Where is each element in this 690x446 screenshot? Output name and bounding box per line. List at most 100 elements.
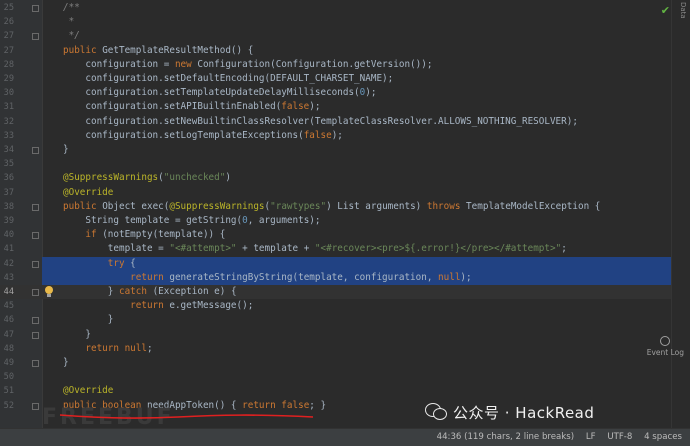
inspection-ok-icon[interactable]: ✔: [661, 4, 670, 17]
code-text[interactable]: configuration.setLogTemplateExceptions(f…: [63, 129, 343, 143]
fold-marker-icon[interactable]: [32, 289, 39, 296]
code-text[interactable]: try {: [63, 257, 136, 271]
line-number[interactable]: 45: [0, 299, 14, 313]
caret-position[interactable]: 44:36 (119 chars, 2 line breaks): [437, 432, 575, 442]
code-line[interactable]: 49}: [0, 356, 672, 370]
code-text[interactable]: return e.getMessage();: [63, 299, 253, 313]
line-number[interactable]: 39: [0, 214, 14, 228]
code-text[interactable]: if (notEmpty(template)) {: [63, 228, 225, 242]
code-text[interactable]: *: [63, 15, 75, 29]
code-line[interactable]: 50: [0, 370, 672, 384]
line-number[interactable]: 34: [0, 143, 14, 157]
fold-marker-icon[interactable]: [32, 402, 39, 410]
code-line[interactable]: 30 configuration.setTemplateUpdateDelayM…: [0, 86, 672, 100]
line-number[interactable]: 41: [0, 242, 14, 256]
code-line[interactable]: 39 String template = getString(0, argume…: [0, 214, 672, 228]
code-line[interactable]: 51 @Override: [0, 384, 672, 398]
indent-setting[interactable]: 4 spaces: [644, 432, 682, 442]
line-number[interactable]: 51: [0, 384, 14, 398]
code-line[interactable]: 33 configuration.setLogTemplateException…: [0, 129, 672, 143]
code-text[interactable]: */: [63, 29, 80, 43]
line-number[interactable]: 38: [0, 200, 14, 214]
line-number[interactable]: 43: [0, 271, 14, 285]
side-tool-tab[interactable]: Data: [679, 2, 687, 19]
code-text[interactable]: return generateStringByString(template, …: [63, 271, 471, 285]
code-line[interactable]: 25 /**: [0, 1, 672, 15]
code-line[interactable]: 31 configuration.setAPIBuiltinEnabled(fa…: [0, 100, 672, 114]
fold-marker-icon[interactable]: [32, 260, 39, 268]
code-text[interactable]: configuration.setAPIBuiltinEnabled(false…: [63, 100, 320, 114]
code-line[interactable]: 41 template = "<#attempt>" + template + …: [0, 242, 672, 256]
code-text[interactable]: /**: [63, 1, 80, 15]
line-number[interactable]: 33: [0, 129, 14, 143]
code-line[interactable]: 47 }: [0, 328, 672, 342]
code-text[interactable]: template = "<#attempt>" + template + "<#…: [63, 242, 567, 256]
code-line[interactable]: 46 }: [0, 313, 672, 327]
line-number[interactable]: 29: [0, 72, 14, 86]
code-text[interactable]: configuration = new Configuration(Config…: [63, 58, 432, 72]
code-line[interactable]: 48 return null;: [0, 342, 672, 356]
code-editor[interactable]: 25/** 26 * 27 */27 public GetTemplateResult…: [0, 0, 690, 428]
code-text[interactable]: @Override: [63, 384, 113, 398]
line-number[interactable]: 35: [0, 157, 14, 171]
code-text[interactable]: }: [63, 328, 91, 342]
code-text[interactable]: return null;: [63, 342, 152, 356]
line-number[interactable]: 28: [0, 58, 14, 72]
line-number[interactable]: 40: [0, 228, 14, 242]
line-separator[interactable]: LF: [586, 432, 596, 442]
code-line[interactable]: 27 public GetTemplateResultMethod() {: [0, 44, 672, 58]
fold-marker-icon[interactable]: [32, 203, 39, 211]
code-text[interactable]: public Object exec(@SuppressWarnings("ra…: [63, 200, 600, 214]
code-line[interactable]: 26 *: [0, 15, 672, 29]
code-text[interactable]: @SuppressWarnings("unchecked"): [63, 171, 231, 185]
code-line[interactable]: 28 configuration = new Configuration(Con…: [0, 58, 672, 72]
code-line[interactable]: 27 */: [0, 29, 672, 43]
line-number[interactable]: 31: [0, 100, 14, 114]
code-text[interactable]: @Override: [63, 186, 113, 200]
code-text[interactable]: configuration.setNewBuiltinClassResolver…: [63, 115, 578, 129]
line-number[interactable]: 36: [0, 171, 14, 185]
line-number[interactable]: 44: [0, 285, 14, 299]
line-number[interactable]: 42: [0, 257, 14, 271]
line-number[interactable]: 25: [0, 1, 14, 15]
fold-marker-icon[interactable]: [32, 317, 39, 325]
code-line[interactable]: 32 configuration.setNewBuiltinClassResol…: [0, 115, 672, 129]
line-number[interactable]: 30: [0, 86, 14, 100]
file-encoding[interactable]: UTF-8: [607, 432, 632, 442]
line-number[interactable]: 50: [0, 370, 14, 384]
line-number[interactable]: 27: [0, 29, 14, 43]
line-number[interactable]: 47: [0, 328, 14, 342]
line-number[interactable]: 27: [0, 44, 14, 58]
code-line[interactable]: 45 return e.getMessage();: [0, 299, 672, 313]
fold-marker-icon[interactable]: [32, 147, 39, 154]
code-text[interactable]: }: [63, 356, 69, 370]
code-line[interactable]: 35: [0, 157, 672, 171]
code-text[interactable]: String template = getString(0, arguments…: [63, 214, 320, 228]
code-line[interactable]: 40 if (notEmpty(template)) {: [0, 228, 672, 242]
event-log-button[interactable]: Event Log: [647, 336, 684, 357]
code-line[interactable]: 37 @Override: [0, 186, 672, 200]
fold-marker-icon[interactable]: [32, 232, 39, 240]
fold-marker-icon[interactable]: [32, 360, 39, 367]
code-text[interactable]: configuration.setTemplateUpdateDelayMill…: [63, 86, 376, 100]
code-text[interactable]: } catch (Exception e) {: [63, 285, 237, 299]
code-line[interactable]: 29 configuration.setDefaultEncoding(DEFA…: [0, 72, 672, 86]
line-number[interactable]: 46: [0, 313, 14, 327]
vertical-scrollbar[interactable]: [671, 0, 690, 428]
fold-marker-icon[interactable]: [32, 33, 39, 41]
code-text[interactable]: public GetTemplateResultMethod() {: [63, 44, 253, 58]
line-number[interactable]: 26: [0, 15, 14, 29]
line-number[interactable]: 49: [0, 356, 14, 370]
line-number[interactable]: 52: [0, 399, 14, 413]
code-line[interactable]: 34}: [0, 143, 672, 157]
code-line[interactable]: 43 return generateStringByString(templat…: [0, 270, 672, 285]
code-line[interactable]: 36 @SuppressWarnings("unchecked"): [0, 171, 672, 185]
fold-marker-icon[interactable]: [32, 331, 39, 339]
line-number[interactable]: 37: [0, 186, 14, 200]
lightbulb-icon[interactable]: [45, 286, 53, 297]
line-number[interactable]: 32: [0, 115, 14, 129]
code-line[interactable]: 44 } catch (Exception e) {: [0, 285, 672, 300]
fold-marker-icon[interactable]: [32, 5, 39, 12]
code-line[interactable]: 42 try {: [0, 256, 672, 271]
code-text[interactable]: }: [63, 313, 114, 327]
